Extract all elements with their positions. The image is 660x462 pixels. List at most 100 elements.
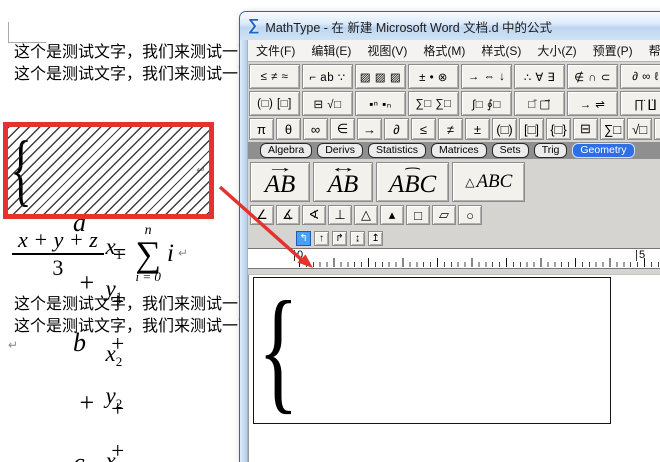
ruler[interactable]: 0 5 bbox=[248, 248, 660, 269]
symbol-palette-button[interactable]: ∉ ∩ ⊂ bbox=[567, 64, 618, 89]
sum-lower-limit: i = 0 bbox=[135, 269, 161, 285]
fraction-denominator: 3 bbox=[52, 254, 64, 280]
small-symbol-button[interactable]: ∞ bbox=[303, 118, 328, 140]
geometry-symbol-button[interactable]: ▴ bbox=[380, 205, 404, 225]
geometry-symbol-button[interactable]: □ bbox=[406, 205, 430, 225]
geometry-symbol-button[interactable]: ∡ bbox=[276, 205, 300, 225]
category-tab[interactable]: Sets bbox=[491, 143, 529, 158]
small-symbol-button[interactable]: ∈ bbox=[330, 118, 355, 140]
window-titlebar[interactable]: ∑ MathType - 在 新建 Microsoft Word 文档.d 中的… bbox=[240, 12, 660, 41]
small-symbol-button[interactable]: √□ bbox=[627, 118, 653, 140]
ole-edit-hatch-pattern bbox=[8, 127, 209, 214]
small-symbol-button[interactable]: ∂ bbox=[384, 118, 409, 140]
paragraph-mark: ↵ bbox=[8, 338, 19, 352]
category-tab[interactable]: Geometry bbox=[572, 143, 635, 158]
small-symbol-button[interactable]: ⊟ bbox=[573, 118, 598, 140]
equation-line2[interactable]: y1 + y2 + y3 = bbox=[290, 349, 493, 462]
menu-item[interactable]: 帮助(H) bbox=[641, 42, 660, 59]
symbol-palette-button[interactable]: ⌐ ab ∵ bbox=[302, 64, 353, 89]
word-paragraph-text: 这个是测试文字，我们来测试一下如 bbox=[14, 296, 271, 313]
template-palette-button[interactable]: ▪ⁿ ▪ₙ bbox=[355, 91, 406, 116]
small-symbol-button[interactable]: ∑□ bbox=[600, 118, 626, 140]
template-palette-button[interactable]: ⊟ √□ bbox=[302, 91, 353, 116]
template-palette-button[interactable]: □̄ □⃗ bbox=[514, 91, 565, 116]
small-symbol-button[interactable]: ≠ bbox=[438, 118, 463, 140]
symbol-palette-button[interactable]: → ⇔ ↓ bbox=[461, 64, 512, 89]
small-symbol-button[interactable]: → bbox=[357, 118, 382, 140]
template-palette-button[interactable]: ∏̈ ∐̈ bbox=[620, 91, 660, 116]
tab-alignment-row: ↰ ↑ ↱ ↨ ↥ bbox=[248, 228, 660, 248]
geometry-template-row: → AB ↔ AB ⌢ ABC △ ABC bbox=[250, 162, 660, 202]
hatched-equation-object[interactable]: { x1 + x2 + x3 bbox=[8, 126, 209, 462]
symbol-palette-button[interactable]: ∂ ∞ ℓ bbox=[620, 64, 660, 89]
tab-stop-button[interactable]: ↰ bbox=[296, 230, 311, 246]
menu-item[interactable]: 文件(F) bbox=[248, 42, 303, 59]
small-symbol-button[interactable]: ± bbox=[465, 118, 490, 140]
geometry-symbol-button[interactable]: ▱ bbox=[432, 205, 456, 225]
equation-token: + bbox=[105, 438, 130, 462]
mathtype-sigma-icon: ∑ bbox=[248, 17, 260, 34]
menu-item[interactable]: 编辑(E) bbox=[303, 42, 359, 59]
tab-stop-button[interactable]: ↑ bbox=[314, 230, 329, 246]
small-symbol-button[interactable]: [□] bbox=[519, 118, 544, 140]
symbol-palette-button[interactable]: ▨ ▨ ▨ bbox=[355, 64, 406, 89]
menu-item[interactable]: 视图(V) bbox=[359, 42, 415, 59]
tab-stop-button[interactable]: ↨ bbox=[350, 230, 365, 246]
symbol-palette-button[interactable]: ∴ ∀ ∃ bbox=[514, 64, 565, 89]
paragraph-mark: ↵ bbox=[177, 246, 189, 261]
word-equation-fraction-sum: x + y + z 3 = n ∑ i = 0 i ↵ bbox=[12, 224, 188, 283]
geometry-symbol-button[interactable]: △ bbox=[354, 205, 378, 225]
small-symbol-button[interactable]: ≤ bbox=[411, 118, 436, 140]
geometry-template-button[interactable]: △ ABC bbox=[452, 162, 526, 202]
menu-item[interactable]: 大小(Z) bbox=[529, 42, 584, 59]
symbol-palette-button[interactable]: ± • ⊗ bbox=[408, 64, 459, 89]
window-title: MathType - 在 新建 Microsoft Word 文档.d 中的公式 bbox=[265, 20, 553, 35]
category-tab[interactable]: Statistics bbox=[367, 143, 426, 158]
geometry-symbol-row: ∠ ∡ ∢ ⊥ △ ▴ □ ▱ ○ bbox=[250, 205, 660, 225]
geometry-symbol-button[interactable]: ○ bbox=[458, 205, 482, 225]
equals-sign: = bbox=[112, 240, 127, 267]
menu-item[interactable]: 格式(M) bbox=[415, 42, 473, 59]
word-paragraph-text: 这个是测试文字，我们来测试一下如 bbox=[14, 44, 271, 61]
geometry-symbol-button[interactable]: ∢ bbox=[302, 205, 326, 225]
small-symbol-button[interactable]: θ bbox=[276, 118, 301, 140]
template-palette-button[interactable]: ∫□ ∮□ bbox=[461, 91, 512, 116]
fraction-numerator: x + y + z bbox=[18, 226, 98, 252]
tab-stop-button[interactable]: ↥ bbox=[368, 230, 383, 246]
tab-stop-button[interactable]: ↱ bbox=[332, 230, 347, 246]
symbol-palette-button[interactable]: ≤ ≠ ≈ bbox=[249, 64, 300, 89]
menu-item[interactable]: 样式(S) bbox=[473, 42, 529, 59]
system-brace: { bbox=[258, 273, 299, 426]
sigma-symbol: ∑ bbox=[135, 234, 162, 274]
palette-row-symbols: ≤ ≠ ≈ ⌐ ab ∵ ▨ ▨ ▨ ± • ⊗ → ⇔ ↓ ∴ ∀ ∃ ∉ ∩… bbox=[249, 64, 660, 89]
equation-token: y2 bbox=[105, 383, 123, 411]
template-palette-button[interactable]: ∑□ ∑□ bbox=[408, 91, 459, 116]
page-margin-corner-mark bbox=[8, 42, 46, 43]
template-palette-button[interactable]: → ⇌ bbox=[567, 91, 618, 116]
geometry-symbol-button[interactable]: ⊥ bbox=[328, 205, 352, 225]
category-tab[interactable]: Trig bbox=[533, 143, 568, 158]
sum-body-variable: i bbox=[167, 239, 174, 267]
small-symbol-button[interactable]: π bbox=[249, 118, 274, 140]
category-tab[interactable]: Derivs bbox=[317, 143, 363, 158]
menu-item[interactable]: 预置(P) bbox=[585, 42, 641, 59]
annotation-red-rectangle: { x1 + x2 + x3 bbox=[3, 122, 214, 462]
template-palette-button[interactable]: (□) [□] bbox=[249, 91, 300, 116]
small-symbol-button[interactable]: (□) bbox=[492, 118, 517, 140]
category-tab[interactable]: Algebra bbox=[260, 143, 313, 158]
small-symbol-button[interactable]: {□} bbox=[546, 118, 571, 140]
screenshot-canvas: 这个是测试文字，我们来测试一下如 这个是测试文字，我们来测试一下如 a + b … bbox=[0, 0, 660, 462]
window-left-frame bbox=[240, 40, 248, 462]
small-symbol-button[interactable]: ▪˙ bbox=[654, 118, 660, 140]
ruler-label-0: 0 bbox=[294, 250, 303, 261]
word-boxed-equation-line2: y1 + y2 + y3 = 6 bbox=[25, 172, 130, 462]
equation-editing-area[interactable]: { x1 + x2 + bbox=[248, 273, 660, 462]
word-paragraph-text: 这个是测试文字，我们来测试一下如 bbox=[14, 66, 271, 83]
window-body: 文件(F) 编辑(E) 视图(V) 格式(M) 样式(S) 大小(Z) 预置(P… bbox=[248, 40, 660, 462]
equation-selection-rectangle: { x1 + x2 + bbox=[253, 273, 611, 426]
category-tab[interactable]: Matrices bbox=[430, 143, 487, 158]
fraction: x + y + z 3 bbox=[12, 226, 104, 280]
palette-row-templates: (□) [□] ⊟ √□ ▪ⁿ ▪ₙ ∑□ ∑□ ∫□ ∮□ □̄ □⃗ → ⇌ bbox=[249, 91, 660, 116]
geometry-symbol-button[interactable]: ∠ bbox=[250, 205, 274, 225]
geometry-template-button[interactable]: ⌢ ABC bbox=[376, 162, 450, 202]
